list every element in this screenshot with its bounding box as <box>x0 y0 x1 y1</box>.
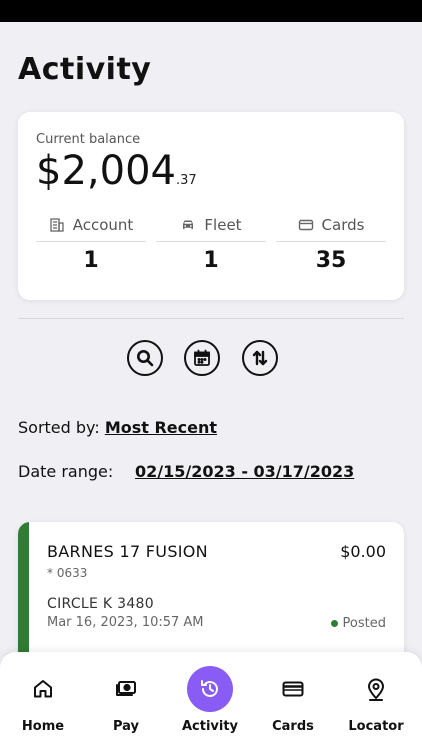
status-bar <box>0 0 422 22</box>
stat-label: Cards <box>321 216 365 234</box>
tab-label: Home <box>21 719 65 734</box>
sort-icon <box>252 350 268 366</box>
building-icon <box>50 218 64 232</box>
stat-value: 1 <box>203 248 219 273</box>
stat-account[interactable]: Account 1 <box>36 216 146 273</box>
date-range-label: Date range: <box>18 462 114 481</box>
cards-icon <box>282 681 304 697</box>
sort-row: Sorted by: Most Recent <box>18 418 217 437</box>
location-pin-icon <box>368 678 384 701</box>
stat-label: Fleet <box>204 216 242 234</box>
transaction-card-number: * 0633 <box>47 566 88 580</box>
stat-value: 1 <box>83 248 99 273</box>
car-icon <box>183 220 194 229</box>
calendar-button[interactable] <box>184 340 220 376</box>
card-icon <box>298 219 313 231</box>
tab-label: Cards <box>272 719 314 734</box>
tab-label: Activity <box>181 719 239 734</box>
transaction-location: CIRCLE K 3480 <box>47 596 154 612</box>
sort-button[interactable] <box>242 340 278 376</box>
bottom-tab-bar: Home Pay Activity Cards Locator <box>0 652 422 750</box>
tab-label: Locator <box>348 719 404 734</box>
tab-pay[interactable]: Pay <box>84 652 168 750</box>
balance-card: Current balance $2,004.37 Account 1 Flee… <box>18 112 404 300</box>
date-range-link[interactable]: 02/15/2023 - 03/17/2023 <box>135 462 354 481</box>
balance-amount-cents: .37 <box>175 173 197 188</box>
tab-locator[interactable]: Locator <box>334 652 418 750</box>
status-label: Posted <box>342 616 386 631</box>
search-icon <box>137 350 154 367</box>
balance-amount: $2,004.37 <box>36 148 197 194</box>
calendar-icon <box>194 349 210 366</box>
tab-home[interactable]: Home <box>1 652 85 750</box>
stat-cards[interactable]: Cards 35 <box>276 216 386 273</box>
tab-activity[interactable]: Activity <box>168 652 252 750</box>
stat-fleet[interactable]: Fleet 1 <box>156 216 266 273</box>
tab-cards[interactable]: Cards <box>251 652 335 750</box>
cash-icon <box>116 681 136 696</box>
stat-label: Account <box>72 216 134 234</box>
balance-amount-main: $2,004 <box>36 148 176 194</box>
status-badge: Posted <box>330 616 386 631</box>
stat-value: 35 <box>315 248 347 273</box>
balance-label: Current balance <box>36 132 141 147</box>
transaction-datetime: Mar 16, 2023, 10:57 AM <box>47 615 204 630</box>
home-icon <box>34 680 52 698</box>
status-dot-icon <box>330 620 338 627</box>
sort-link[interactable]: Most Recent <box>105 418 217 437</box>
sort-label: Sorted by: <box>18 418 100 437</box>
tab-label: Pay <box>112 719 140 734</box>
date-range-row: Date range: 02/15/2023 - 03/17/2023 <box>18 462 404 481</box>
page-title: Activity <box>18 52 152 87</box>
search-button[interactable] <box>127 340 163 376</box>
transaction-amount: $0.00 <box>340 542 386 561</box>
transaction-merchant: BARNES 17 FUSION <box>47 542 208 561</box>
divider <box>18 318 404 319</box>
history-icon <box>201 680 218 697</box>
